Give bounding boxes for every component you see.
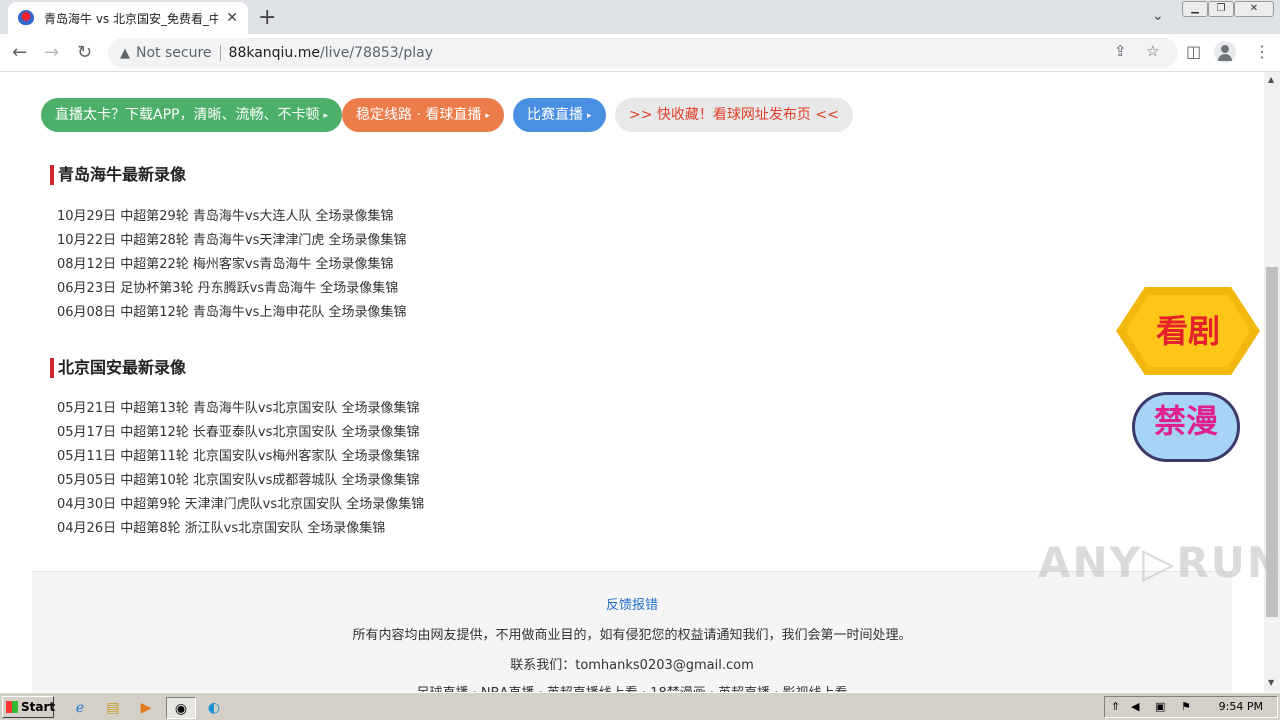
- page-scrollbar[interactable]: ▲ ▼: [1264, 72, 1280, 692]
- menu-kebab-icon[interactable]: ⋮: [1254, 42, 1270, 61]
- browser-tab[interactable]: 青岛海牛 vs 北京国安_免费看_中超 ✕: [8, 2, 248, 34]
- internet-explorer-icon[interactable]: ℯ: [68, 697, 92, 719]
- section-title-qingdao: 青岛海牛最新录像: [50, 165, 186, 185]
- tray-expand-icon[interactable]: ⇑: [1111, 697, 1120, 717]
- qingdao-replay-list: 10月29日 中超第29轮 青岛海牛vs大连人队 全场录像集锦 10月22日 中…: [57, 205, 407, 325]
- contact-email: 联系我们：tomhanks0203@gmail.com: [510, 658, 754, 673]
- footer-links[interactable]: 足球直播 · NBA直播 · 英超直播线上看 · 18禁漫画 · 英超直播 · …: [32, 682, 1232, 692]
- page-content: 直播太卡？下载APP，清晰、流畅、不卡顿 ▸ 稳定线路 · 看球直播 ▸ 比赛直播 ▸…: [0, 72, 1264, 692]
- close-window-button[interactable]: ✕: [1234, 1, 1274, 17]
- manga-badge-label: 禁漫: [1153, 402, 1218, 440]
- forward-icon[interactable]: →: [44, 42, 59, 63]
- network-icon[interactable]: ▣: [1155, 697, 1165, 717]
- flag-icon[interactable]: ⚑: [1181, 697, 1191, 717]
- anyrun-watermark: ANY▷RUN: [1038, 538, 1280, 587]
- replay-link[interactable]: 06月23日 足协杯第3轮 丹东腾跃vs青岛海牛 全场录像集锦: [57, 277, 407, 301]
- play-arrow-icon: ▸: [485, 111, 490, 121]
- tab-search-chevron-icon[interactable]: ⌄: [1152, 8, 1164, 24]
- manga-float-badge[interactable]: 禁漫: [1130, 382, 1242, 468]
- back-icon[interactable]: ←: [12, 42, 27, 63]
- new-tab-button[interactable]: +: [258, 5, 276, 30]
- replay-link[interactable]: 10月29日 中超第29轮 青岛海牛vs大连人队 全场录像集锦: [57, 205, 407, 229]
- scroll-down-arrow-icon[interactable]: ▼: [1268, 678, 1274, 687]
- section-title-beijing: 北京国安最新录像: [50, 358, 186, 378]
- share-icon[interactable]: ⇪: [1114, 42, 1127, 60]
- download-app-button[interactable]: 直播太卡？下载APP，清晰、流畅、不卡顿 ▸: [41, 98, 342, 132]
- download-app-label: 直播太卡？下载APP，清晰、流畅、不卡顿: [55, 107, 320, 123]
- replay-link[interactable]: 05月17日 中超第12轮 长春亚泰队vs北京国安队 全场录像集锦: [57, 421, 424, 445]
- profile-avatar-icon[interactable]: [1214, 41, 1236, 63]
- clock: 9:54 PM: [1218, 700, 1263, 713]
- start-button[interactable]: Start: [2, 696, 55, 718]
- replay-link[interactable]: 05月11日 中超第11轮 北京国安队vs梅州客家队 全场录像集锦: [57, 445, 424, 469]
- play-arrow-icon: ▸: [587, 111, 592, 121]
- maximize-button[interactable]: ❐: [1208, 1, 1234, 17]
- drama-badge-label: 看剧: [1155, 312, 1220, 350]
- system-tray: ⇑ ◀ ▣ ⚑ 9:54 PM: [1104, 696, 1278, 718]
- side-panel-icon[interactable]: ◫: [1186, 42, 1201, 61]
- feedback-link[interactable]: 反馈报错: [32, 594, 1232, 613]
- volume-icon[interactable]: ◀: [1131, 697, 1139, 717]
- chrome-taskbar-icon[interactable]: ◉: [166, 697, 196, 719]
- browser-toolbar: ← → ↻ ▲ Not secure 88kanqiu.me/live/7885…: [0, 34, 1280, 72]
- address-bar[interactable]: ▲ Not secure 88kanqiu.me/live/78853/play: [108, 38, 1178, 68]
- reload-icon[interactable]: ↻: [77, 42, 92, 63]
- replay-link[interactable]: 04月26日 中超第8轮 浙江队vs北京国安队 全场录像集锦: [57, 517, 424, 541]
- copyright-notice: 所有内容均由网友提供，不用做商业目的，如有侵犯您的权益请通知我们，我们会第一时间…: [352, 628, 912, 643]
- os-taskbar: Start ℯ ▤ ▶ ◉ ◐ ⇑ ◀ ▣ ⚑ 9:54 PM: [0, 692, 1280, 720]
- url-path: /live/78853/play: [320, 45, 434, 61]
- replay-link[interactable]: 04月30日 中超第9轮 天津津门虎队vs北京国安队 全场录像集锦: [57, 493, 424, 517]
- minimize-button[interactable]: ▁: [1182, 1, 1208, 17]
- replay-link[interactable]: 10月22日 中超第28轮 青岛海牛vs天津津门虎 全场录像集锦: [57, 229, 407, 253]
- replay-link[interactable]: 05月21日 中超第13轮 青岛海牛队vs北京国安队 全场录像集锦: [57, 397, 424, 421]
- close-tab-icon[interactable]: ✕: [226, 10, 238, 26]
- beijing-replay-list: 05月21日 中超第13轮 青岛海牛队vs北京国安队 全场录像集锦 05月17日…: [57, 397, 424, 541]
- match-live-button[interactable]: 比赛直播 ▸: [513, 98, 606, 132]
- stable-line-label: 稳定线路 · 看球直播: [356, 107, 482, 123]
- replay-link[interactable]: 06月08日 中超第12轮 青岛海牛vs上海申花队 全场录像集锦: [57, 301, 407, 325]
- file-explorer-icon[interactable]: ▤: [101, 697, 125, 719]
- replay-link[interactable]: 05月05日 中超第10轮 北京国安队vs成都蓉城队 全场录像集锦: [57, 469, 424, 493]
- stable-line-button[interactable]: 稳定线路 · 看球直播 ▸: [342, 98, 504, 132]
- site-favicon-icon: [18, 10, 34, 26]
- tab-title: 青岛海牛 vs 北京国安_免费看_中超: [44, 11, 219, 26]
- edge-icon[interactable]: ◐: [202, 697, 226, 719]
- security-label: Not secure: [136, 45, 212, 61]
- bookmark-site-button[interactable]: >> 快收藏！看球网址发布页 <<: [615, 98, 853, 132]
- tab-bar: 青岛海牛 vs 北京国安_免费看_中超 ✕ + ⌄ ▁ ❐ ✕: [0, 0, 1280, 34]
- site-footer: 反馈报错 所有内容均由网友提供，不用做商业目的，如有侵犯您的权益请通知我们，我们…: [32, 571, 1232, 692]
- match-live-label: 比赛直播: [527, 107, 583, 123]
- address-divider: [219, 45, 221, 61]
- media-player-icon[interactable]: ▶: [134, 697, 158, 719]
- scroll-up-arrow-icon[interactable]: ▲: [1268, 75, 1274, 84]
- bookmark-star-icon[interactable]: ☆: [1146, 42, 1159, 60]
- play-arrow-icon: ▸: [323, 111, 328, 121]
- replay-link[interactable]: 08月12日 中超第22轮 梅州客家vs青岛海牛 全场录像集锦: [57, 253, 407, 277]
- warning-triangle-icon[interactable]: ▲: [120, 46, 130, 61]
- url-domain: 88kanqiu.me: [228, 45, 321, 61]
- drama-float-badge[interactable]: 看剧: [1116, 287, 1260, 375]
